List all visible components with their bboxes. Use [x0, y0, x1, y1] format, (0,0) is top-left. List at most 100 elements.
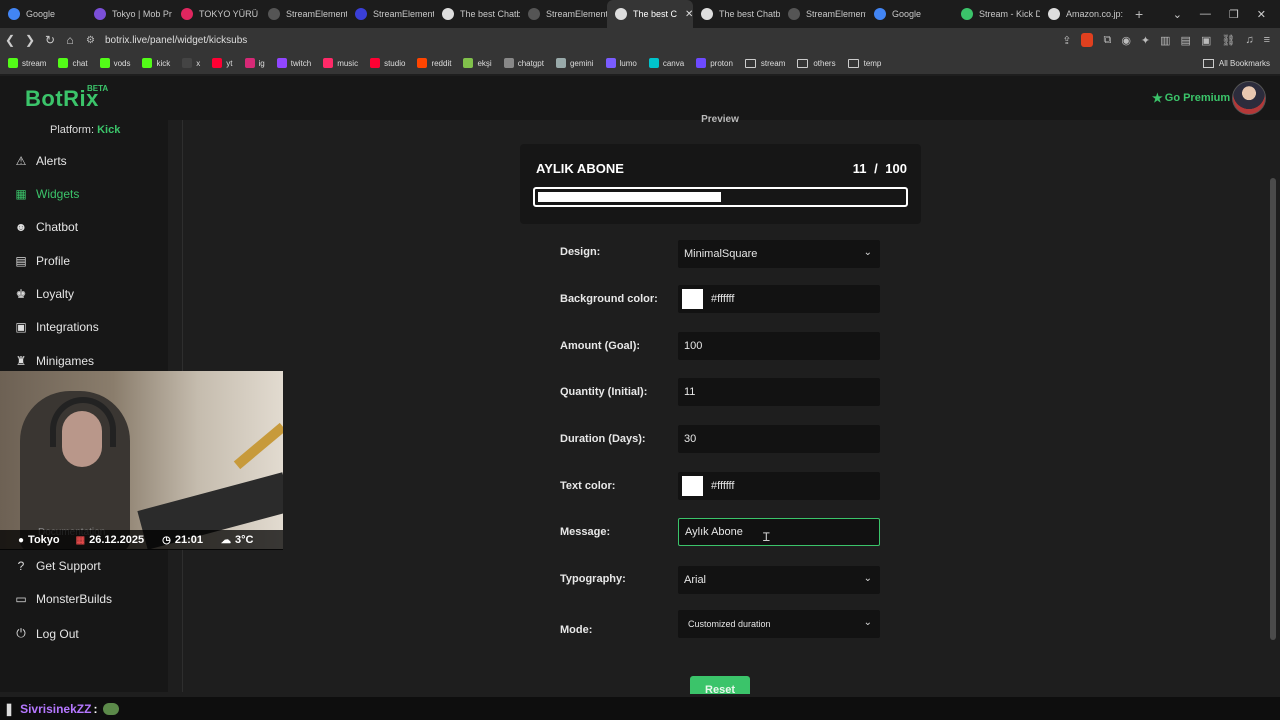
bookmark-item[interactable]: stream [744, 58, 785, 68]
user-avatar[interactable] [1232, 81, 1266, 115]
bookmark-item[interactable]: temp [847, 58, 881, 68]
bookmark-favicon-icon [555, 58, 566, 68]
tab-favicon-icon [615, 8, 627, 20]
url-field[interactable]: ⚙ botrix.live/panel/widget/kicksubs [86, 35, 247, 46]
new-tab-button[interactable]: + [1127, 6, 1151, 22]
puzzle-icon[interactable]: ✦ [1141, 34, 1150, 47]
browser-tab[interactable]: StreamElement [260, 0, 347, 28]
bookmark-item[interactable]: chatgpt [503, 58, 544, 68]
text-cursor-icon: Ɪ [763, 530, 770, 544]
background-color-field[interactable]: #ffffff [678, 285, 880, 313]
media-icon[interactable]: ♫ [1245, 34, 1253, 46]
text-color-field[interactable]: #ffffff [678, 472, 880, 500]
browser-tab[interactable]: The best C ✕ [607, 0, 693, 28]
bookmark-item[interactable]: others [797, 58, 836, 68]
bookmark-item[interactable]: yt [212, 58, 233, 68]
bookmark-item[interactable]: stream [8, 58, 46, 68]
get-support-icon: ? [17, 559, 25, 573]
all-bookmarks[interactable]: All Bookmarks [1202, 58, 1270, 68]
sidebar-item-monsterbuilds[interactable]: ▭ MonsterBuilds [14, 592, 112, 606]
browser-tab[interactable]: Amazon.co.jp: [1040, 0, 1127, 28]
bookmark-item[interactable]: music [323, 58, 358, 68]
reload-icon[interactable]: ↻ [40, 33, 60, 47]
browser-tab[interactable]: StreamElement [780, 0, 866, 28]
sidebar-item-integrations[interactable]: ▣ Integrations [14, 320, 98, 334]
site-info-icon[interactable]: ⚙ [86, 35, 95, 46]
bookmark-item[interactable]: gemini [555, 58, 594, 68]
sidebar-item-profile[interactable]: ▤ Profile [14, 254, 70, 268]
browser-tab[interactable]: Stream - Kick D [953, 0, 1040, 28]
quantity-initial-input[interactable]: 11 [678, 378, 880, 406]
browser-tab[interactable]: Google [866, 0, 953, 28]
back-icon[interactable]: ❮ [0, 33, 20, 47]
bookmark-item[interactable]: canva [648, 58, 684, 68]
bookmark-item[interactable]: ekşi [463, 58, 492, 68]
bookmark-label: yt [226, 58, 233, 68]
browser-tab[interactable]: Tokyo | Mob Pr [86, 0, 173, 28]
mode-select[interactable]: Customized duration ⌄ [678, 610, 880, 638]
brave-shield-icon[interactable] [1081, 33, 1094, 47]
browser-tab[interactable]: StreamElement [347, 0, 434, 28]
link-icon[interactable]: ⛓ [1221, 34, 1235, 47]
bookmark-item[interactable]: reddit [417, 58, 451, 68]
tab-search-icon[interactable]: ⌄ [1173, 8, 1182, 21]
tab-title: Stream - Kick D [979, 9, 1040, 19]
bookmark-item[interactable]: studio [370, 58, 405, 68]
text-color-swatch[interactable] [682, 476, 703, 496]
page-scrollbar[interactable] [1270, 178, 1276, 640]
bookmark-item[interactable]: chat [58, 58, 88, 68]
forward-icon[interactable]: ❯ [20, 33, 40, 47]
message-input[interactable]: Aylık Abone [678, 518, 880, 546]
browser-tab[interactable]: The best Chatb [693, 0, 780, 28]
bookmark-item[interactable]: proton [696, 58, 733, 68]
browser-tab[interactable]: StreamElement [520, 0, 607, 28]
reader-icon[interactable]: ▤ [1181, 34, 1191, 47]
bookmark-item[interactable]: x [182, 58, 200, 68]
browser-tab[interactable]: The best Chatb [434, 0, 520, 28]
bookmark-label: studio [384, 58, 406, 68]
sidebar-item-alerts[interactable]: ⚠ Alerts [14, 154, 67, 168]
sidebar-item-label: Widgets [36, 187, 80, 201]
typography-select[interactable]: Arial ⌄ [678, 566, 880, 594]
sidebar-item-chatbot[interactable]: ☻ Chatbot [14, 220, 78, 234]
bookmark-item[interactable]: vods [99, 58, 130, 68]
browser-tab[interactable]: Google [0, 0, 86, 28]
bookmark-label: lumo [619, 58, 637, 68]
close-tab-icon[interactable]: ✕ [685, 9, 693, 20]
bookmark-item[interactable]: twitch [276, 58, 311, 68]
quantity-initial-label: Quantity (Initial): [560, 386, 648, 398]
window-controls: ⌄ — ❐ ✕ [1173, 0, 1280, 28]
menu-icon[interactable]: ≡ [1264, 34, 1270, 46]
browser-tab[interactable]: TOKYO YÜRÜ [173, 0, 260, 28]
sidebar-item-widgets[interactable]: ▦ Widgets [14, 187, 79, 201]
overlay-time: ◷ 21:01 [162, 534, 203, 546]
extension-icon[interactable]: ⧉ [1103, 34, 1111, 47]
amount-goal-input[interactable]: 100 [678, 332, 880, 360]
platform-indicator: Platform: Kick [50, 124, 120, 136]
tab-favicon-icon [94, 8, 106, 20]
close-window-icon[interactable]: ✕ [1257, 8, 1266, 21]
vpn-icon[interactable]: ◉ [1121, 34, 1131, 47]
wallet-icon[interactable]: ▣ [1201, 34, 1211, 47]
share-icon[interactable]: ⇪ [1062, 34, 1071, 47]
browser-tab-strip: Google Tokyo | Mob Pr TOKYO YÜRÜ StreamElem… [0, 0, 1280, 28]
sidebar-item-log-out[interactable]: ⏻ Log Out [14, 626, 78, 641]
tab-title: TOKYO YÜRÜ [199, 9, 259, 19]
duration-days-input[interactable]: 30 [678, 425, 880, 453]
restore-icon[interactable]: ❐ [1229, 8, 1239, 21]
typography-value: Arial [684, 574, 707, 586]
reset-button[interactable]: Reset [690, 676, 750, 694]
home-icon[interactable]: ⌂ [60, 33, 80, 47]
sidebar-item-loyalty[interactable]: ♚ Loyalty [14, 287, 74, 301]
minimize-icon[interactable]: — [1200, 8, 1211, 20]
bookmark-item[interactable]: kick [142, 58, 170, 68]
profile-icon: ▤ [15, 254, 27, 268]
go-premium-button[interactable]: ★ Go Premium [1152, 91, 1230, 105]
bookmark-item[interactable]: ig [244, 58, 265, 68]
sidebar-item-minigames[interactable]: ♜ Minigames [14, 354, 94, 368]
sidebar-item-get-support[interactable]: ? Get Support [14, 559, 101, 573]
bookmark-item[interactable]: lumo [605, 58, 637, 68]
design-select[interactable]: MinimalSquare ⌄ [678, 240, 880, 268]
sidebar-icon[interactable]: ▥ [1160, 34, 1170, 47]
background-color-swatch[interactable] [682, 289, 703, 309]
